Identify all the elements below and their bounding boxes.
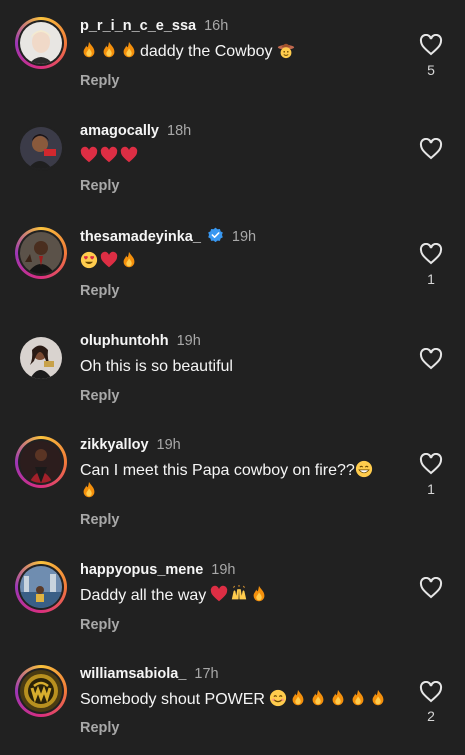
avatar-story-ring[interactable] [15, 665, 67, 717]
red-heart-emoji-icon [210, 585, 230, 604]
avatar-story-ring[interactable] [15, 436, 67, 488]
reply-button[interactable]: Reply [80, 512, 120, 528]
avatar [20, 337, 62, 379]
raising-hands-emoji-icon [230, 585, 250, 604]
heart-icon[interactable] [419, 348, 443, 370]
fire-emoji-icon [120, 41, 140, 60]
verified-badge-icon [208, 227, 223, 243]
comment-text: Can I meet this Papa cowboy on fire?? [80, 460, 410, 502]
username[interactable]: p_r_i_n_c_e_ssa [80, 18, 196, 34]
comment-body: Can I meet this Papa cowboy on fire?? [80, 462, 355, 479]
fire-emoji-icon [120, 251, 140, 270]
username[interactable]: amagocally [80, 123, 159, 139]
reply-button[interactable]: Reply [80, 617, 120, 633]
heart-icon[interactable] [419, 681, 443, 703]
timestamp: 19h [211, 562, 236, 578]
username[interactable]: thesamadeyinka_ [80, 229, 201, 245]
grinning-emoji-icon [355, 460, 375, 479]
avatar [20, 22, 62, 64]
comment-body: Somebody shout POWER [80, 691, 265, 708]
avatar [20, 566, 62, 608]
heart-icon[interactable] [419, 453, 443, 475]
username[interactable]: happyopus_mene [80, 562, 203, 578]
fire-emoji-icon [250, 585, 270, 604]
like-count: 5 [427, 62, 435, 78]
like-count: 1 [427, 481, 435, 497]
comment-body: Daddy all the way [80, 587, 207, 604]
timestamp: 19h [176, 333, 201, 349]
red-heart-emoji-icon [100, 251, 120, 270]
fire-emoji-icon [329, 689, 349, 708]
fire-emoji-icon [289, 689, 309, 708]
like-count: 1 [427, 271, 435, 287]
comment-text: Daddy all the way [80, 585, 410, 606]
username[interactable]: williamsabiola_ [80, 666, 186, 682]
username[interactable]: oluphuntohh [80, 333, 169, 349]
reply-button[interactable]: Reply [80, 73, 120, 89]
avatar [20, 127, 62, 169]
comment-text: daddy the Cowboy [80, 41, 410, 62]
fire-emoji-icon [100, 41, 120, 60]
fire-emoji-icon [349, 689, 369, 708]
heart-icon[interactable] [419, 138, 443, 160]
comment-text [80, 146, 410, 167]
reply-button[interactable]: Reply [80, 720, 120, 736]
reply-button[interactable]: Reply [80, 178, 120, 194]
cowboy-face-emoji-icon [277, 43, 297, 60]
avatar-ring[interactable] [15, 332, 67, 384]
comment-text [80, 251, 410, 272]
red-heart-emoji-icon [100, 146, 120, 165]
avatar [20, 670, 62, 712]
reply-button[interactable]: Reply [80, 283, 120, 299]
timestamp: 19h [156, 437, 181, 453]
username[interactable]: zikkyalloy [80, 437, 149, 453]
fire-emoji-icon [309, 689, 329, 708]
avatar-ring[interactable] [15, 122, 67, 174]
timestamp: 18h [167, 123, 192, 139]
timestamp: 19h [231, 229, 257, 245]
avatar-story-ring[interactable] [15, 227, 67, 279]
avatar-story-ring[interactable] [15, 17, 67, 69]
heart-icon[interactable] [419, 243, 443, 265]
heart-eyes-emoji-icon [80, 251, 100, 270]
heart-icon[interactable] [419, 577, 443, 599]
reply-button[interactable]: Reply [80, 388, 120, 404]
smiling-emoji-icon [269, 689, 289, 708]
avatar [20, 441, 62, 483]
like-count: 2 [427, 708, 435, 724]
fire-emoji-icon [80, 481, 100, 500]
heart-icon[interactable] [419, 34, 443, 56]
timestamp: 17h [194, 666, 219, 682]
fire-emoji-icon [80, 41, 100, 60]
comment-body: Oh this is so beautiful [80, 358, 233, 375]
avatar [20, 232, 62, 274]
comment-text: Oh this is so beautiful [80, 356, 410, 377]
red-heart-emoji-icon [120, 146, 140, 165]
comment-text: Somebody shout POWER [80, 689, 410, 710]
avatar-story-ring[interactable] [15, 561, 67, 613]
comment-body: daddy the Cowboy [140, 43, 273, 60]
timestamp: 16h [204, 18, 229, 34]
red-heart-emoji-icon [80, 146, 100, 165]
fire-emoji-icon [369, 689, 389, 708]
